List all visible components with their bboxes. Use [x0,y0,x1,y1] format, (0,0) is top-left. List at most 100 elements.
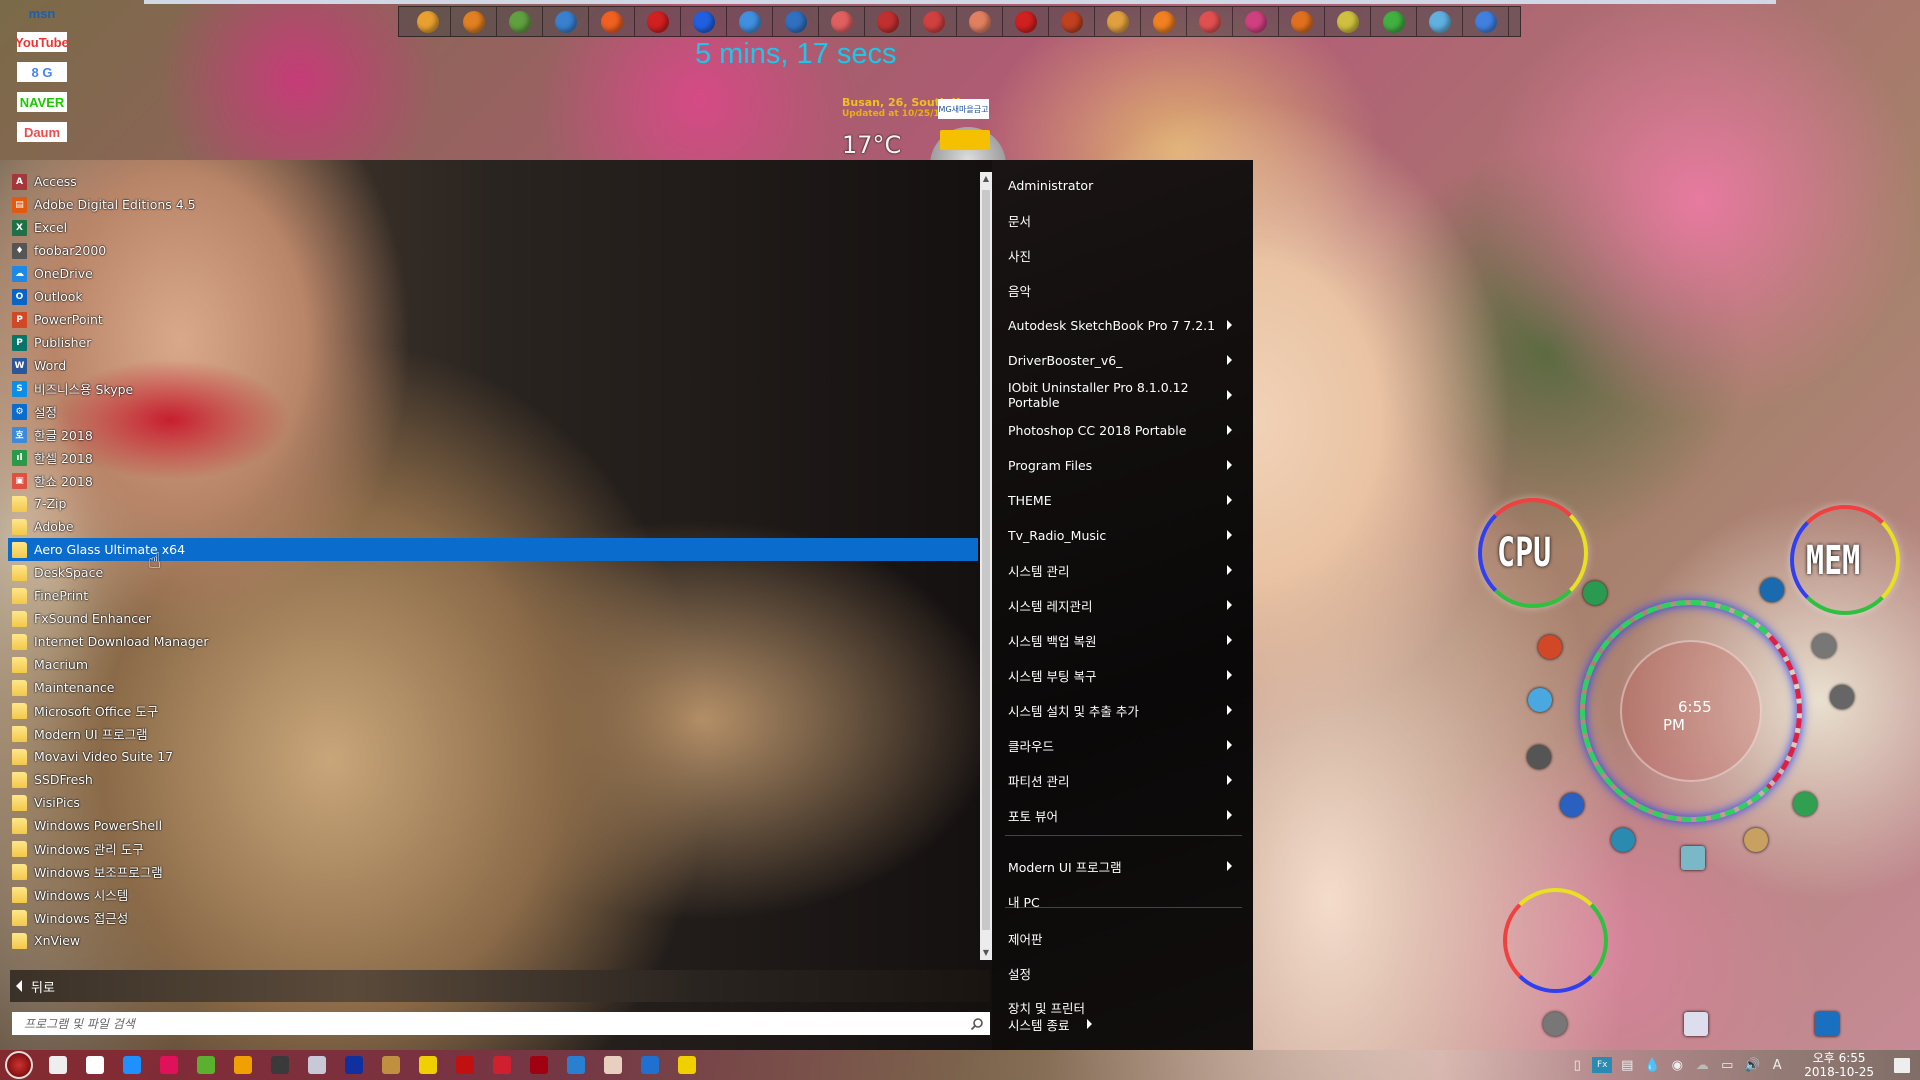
toolbar-app-icon[interactable] [865,7,911,36]
program-item[interactable]: ıl 한셀 2018 [8,446,978,469]
app-desktop-icon[interactable] [1830,685,1854,709]
program-item[interactable]: ⚙ 설정 [8,400,978,423]
program-item[interactable]: Windows PowerShell [8,814,978,837]
search-icon[interactable] [970,1017,984,1031]
volume-icon[interactable]: 🔊 [1742,1057,1762,1073]
start-right-item[interactable]: 사진 [1008,240,1238,270]
scrollbar-thumb[interactable] [982,190,990,930]
taskbar-app-icon[interactable] [413,1050,443,1080]
program-item[interactable]: S 비즈니스용 Skype [8,377,978,400]
acronis-desktop-icon[interactable] [1560,793,1584,817]
program-item[interactable]: Movavi Video Suite 17 [8,745,978,768]
toolbar-app-icon[interactable] [911,7,957,36]
toolbar-app-icon[interactable] [1003,7,1049,36]
toolbar-app-icon[interactable] [497,7,543,36]
program-item[interactable]: P Publisher [8,331,978,354]
program-item[interactable]: Windows 접근성 [8,906,978,929]
start-right-item[interactable]: Modern UI 프로그램 [1008,851,1238,881]
toolbar-app-icon[interactable] [1141,7,1187,36]
start-right-item[interactable]: 제어판 [1008,923,1238,953]
program-item[interactable]: Maintenance [8,676,978,699]
program-list-scrollbar[interactable]: ▲ ▼ [980,172,992,960]
program-item[interactable]: Adobe [8,515,978,538]
program-item[interactable]: 호 한글 2018 [8,423,978,446]
toolbar-app-icon[interactable] [957,7,1003,36]
scroll-down-icon[interactable]: ▼ [980,946,992,960]
taskbar-app-icon[interactable] [524,1050,554,1080]
toolbar-app-icon[interactable] [543,7,589,36]
start-right-item[interactable]: 설정 [1008,958,1238,988]
start-button[interactable] [5,1051,33,1079]
start-right-item[interactable]: Tv_Radio_Music [1008,520,1238,550]
toolbar-app-icon[interactable] [1279,7,1325,36]
program-item[interactable]: ▣ 한쇼 2018 [8,469,978,492]
taskbar-app-icon[interactable] [154,1050,184,1080]
taskbar-app-icon[interactable] [598,1050,628,1080]
start-right-item[interactable]: Program Files [1008,450,1238,480]
start-right-item[interactable]: 클라우드 [1008,730,1238,760]
app-desktop-icon[interactable] [1527,745,1551,769]
toolbar-app-icon[interactable] [1463,7,1509,36]
start-right-item[interactable]: 내 PC [1008,886,1238,916]
app-desktop-icon[interactable] [1543,1012,1567,1036]
excel-desktop-icon[interactable] [1583,581,1607,605]
toolbar-app-icon[interactable] [589,7,635,36]
toolbar-app-icon[interactable] [1095,7,1141,36]
app-desktop-icon[interactable] [1681,846,1705,870]
taskbar-app-icon[interactable] [80,1050,110,1080]
taskbar-app-icon[interactable] [43,1050,73,1080]
start-right-item[interactable]: 장치 및 프린터 [1008,992,1238,1022]
taskbar-app-icon[interactable] [302,1050,332,1080]
taskbar-app-icon[interactable] [265,1050,295,1080]
app-desktop-icon[interactable] [1528,688,1552,712]
toolbar-app-icon[interactable] [1233,7,1279,36]
start-right-item[interactable]: Photoshop CC 2018 Portable [1008,415,1238,445]
start-right-item[interactable]: 시스템 관리 [1008,555,1238,585]
program-item[interactable]: Macrium [8,653,978,676]
back-button[interactable]: 뒤로 [10,970,990,1002]
toolbar-app-icon[interactable] [1325,7,1371,36]
network-adapter-icon[interactable]: ▤ [1617,1057,1637,1073]
onedrive-icon[interactable]: ☁ [1692,1057,1712,1073]
start-right-item[interactable]: 시스템 부팅 복구 [1008,660,1238,690]
taskbar-app-icon[interactable] [487,1050,517,1080]
toolbar-app-icon[interactable] [773,7,819,36]
taskbar-app-icon[interactable] [117,1050,147,1080]
start-right-item[interactable]: 시스템 설치 및 추출 추가 [1008,695,1238,725]
web-shortcut-3[interactable]: NAVER [17,92,67,112]
toolbar-app-icon[interactable] [681,7,727,36]
program-item[interactable]: A Access [8,170,978,193]
toolbar-app-icon[interactable] [727,7,773,36]
action-center-icon[interactable] [1894,1057,1910,1073]
toolbar-app-icon[interactable] [405,7,451,36]
toolbar-app-icon[interactable] [1187,7,1233,36]
taskbar-app-icon[interactable] [228,1050,258,1080]
toolbar-app-icon[interactable] [1371,7,1417,36]
program-item[interactable]: VisiPics [8,791,978,814]
app-desktop-icon[interactable] [1812,634,1836,658]
program-item[interactable]: Microsoft Office 도구 [8,699,978,722]
web-shortcut-2[interactable]: 8 G [17,62,67,82]
program-item[interactable]: XnView [8,929,978,952]
toolbar-app-icon[interactable] [1417,7,1463,36]
start-right-item[interactable]: 음악 [1008,275,1238,305]
br-desktop-icon[interactable] [1760,578,1784,602]
program-item[interactable]: FxSound Enhancer [8,607,978,630]
toolbar-app-icon[interactable] [819,7,865,36]
taskbar-app-icon[interactable] [191,1050,221,1080]
app-desktop-icon[interactable] [1611,828,1635,852]
taskbar-clock[interactable]: 오후 6:55 2018-10-25 [1804,1051,1874,1079]
water-drop-icon[interactable]: 💧 [1642,1057,1662,1073]
program-item[interactable]: FinePrint [8,584,978,607]
program-item[interactable]: Windows 보조프로그램 [8,860,978,883]
bank-shortcut[interactable]: MG새마을금고 [938,99,989,119]
program-item[interactable]: W Word [8,354,978,377]
web-shortcut-0[interactable]: msn [17,3,67,23]
start-right-item[interactable]: 문서 [1008,205,1238,235]
usb-icon[interactable]: ▯ [1567,1057,1587,1073]
program-item[interactable]: SSDFresh [8,768,978,791]
ime-icon[interactable]: A [1767,1057,1787,1073]
web-shortcut-4[interactable]: Daum [17,122,67,142]
program-item[interactable]: P PowerPoint [8,308,978,331]
start-right-item[interactable]: 시스템 레지관리 [1008,590,1238,620]
